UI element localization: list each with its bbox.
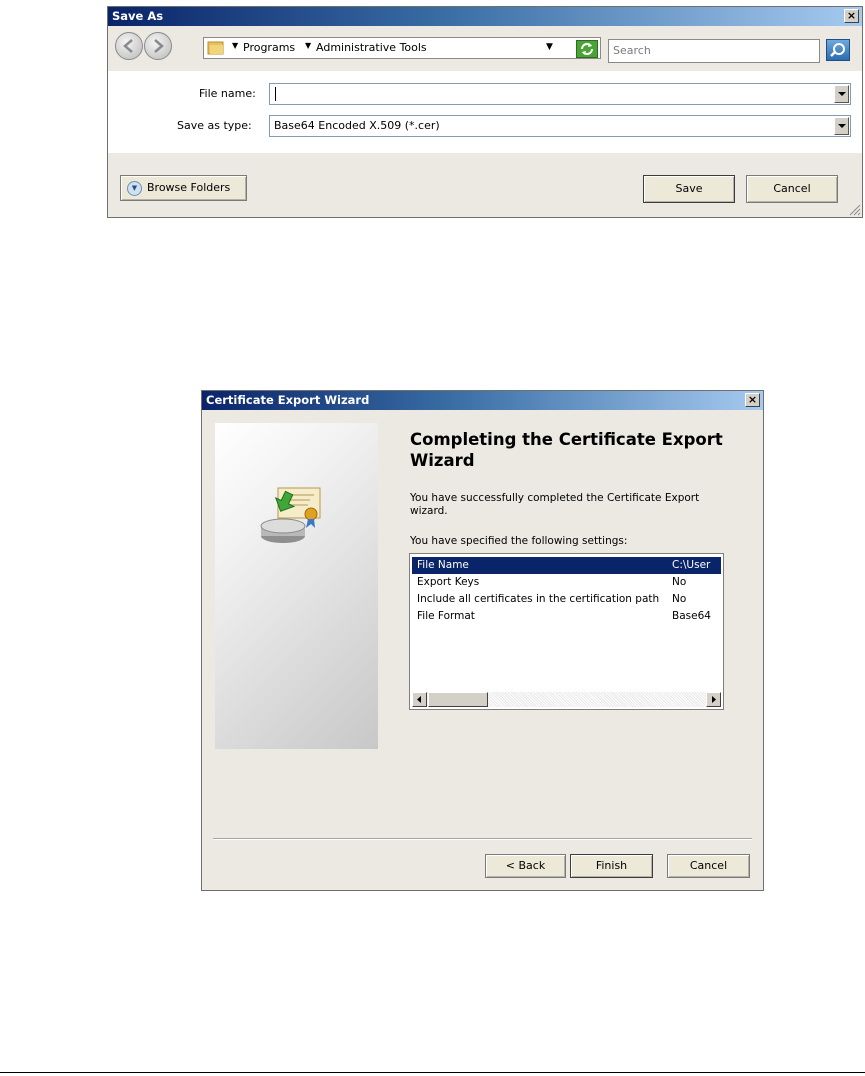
browse-folders-label: Browse Folders <box>147 181 231 194</box>
chevron-right-icon <box>712 696 716 703</box>
finish-button[interactable]: Finish <box>570 854 653 878</box>
setting-value: No <box>672 576 687 588</box>
search-icon <box>830 43 845 57</box>
save-type-label: Save as type: <box>177 119 252 132</box>
wizard-success-text: You have successfully completed the Cert… <box>410 492 700 517</box>
breadcrumb-separator: ▼ <box>305 41 312 50</box>
wizard-close-button[interactable]: × <box>745 393 760 407</box>
forward-arrow-icon <box>154 39 164 53</box>
horizontal-scrollbar[interactable] <box>412 692 721 707</box>
table-row[interactable]: Export Keys No <box>412 574 721 591</box>
table-row[interactable]: File Format Base64 <box>412 608 721 625</box>
save-type-value: Base64 Encoded X.509 (*.cer) <box>274 119 440 132</box>
breadcrumb-programs[interactable]: Programs <box>243 41 295 54</box>
browse-folders-button[interactable]: ▼ Browse Folders <box>120 175 247 201</box>
text-cursor <box>275 87 276 101</box>
table-row[interactable]: Include all certificates in the certific… <box>412 591 721 608</box>
save-as-close-button[interactable]: × <box>844 9 859 23</box>
scroll-left-button[interactable] <box>412 692 427 707</box>
wizard-art-panel <box>215 423 378 749</box>
setting-value: Base64 <box>672 610 711 622</box>
search-placeholder: Search <box>613 44 651 57</box>
breadcrumb-separator: ▼ <box>232 41 239 50</box>
search-input[interactable]: Search <box>608 39 820 63</box>
save-type-select[interactable]: Base64 Encoded X.509 (*.cer) <box>269 115 851 137</box>
table-row[interactable]: File Name C:\User <box>412 557 721 574</box>
file-name-chevron-down-icon[interactable] <box>834 85 849 103</box>
cancel-button[interactable]: Cancel <box>746 175 838 203</box>
file-name-field[interactable] <box>269 83 851 105</box>
settings-list[interactable]: File Name C:\User Export Keys No Include… <box>409 553 724 710</box>
scroll-right-button[interactable] <box>706 692 721 707</box>
folder-icon <box>207 41 224 55</box>
certificate-export-wizard: Certificate Export Wizard × Completing t… <box>201 390 764 891</box>
refresh-button[interactable] <box>576 40 598 58</box>
setting-name: Include all certificates in the certific… <box>417 593 660 605</box>
scroll-thumb[interactable] <box>428 692 488 707</box>
setting-value: C:\User <box>672 559 711 571</box>
setting-value: No <box>672 593 687 605</box>
wizard-heading: Completing the Certificate Export Wizard <box>410 430 723 470</box>
wizard-divider <box>213 838 752 839</box>
address-dropdown-chevron-icon[interactable]: ▼ <box>546 42 553 52</box>
certificate-disk-icon <box>260 487 321 543</box>
chevron-down-icon: ▼ <box>127 181 142 196</box>
nav-back-button[interactable] <box>115 32 143 60</box>
search-button[interactable] <box>826 39 850 61</box>
setting-name: File Format <box>417 610 475 622</box>
wizard-settings-intro: You have specified the following setting… <box>410 535 628 547</box>
address-bar[interactable]: ▼ Programs ▼ Administrative Tools ▼ <box>203 37 601 59</box>
breadcrumb-administrative-tools[interactable]: Administrative Tools <box>316 41 427 54</box>
chevron-left-icon <box>417 696 421 703</box>
refresh-icon <box>581 43 593 55</box>
save-as-title: Save As <box>112 9 164 23</box>
back-button[interactable]: < Back <box>485 854 566 878</box>
wizard-title: Certificate Export Wizard <box>206 393 370 407</box>
save-button[interactable]: Save <box>643 175 735 203</box>
file-name-label: File name: <box>199 87 256 100</box>
page-bottom-rule <box>0 1072 865 1073</box>
save-type-chevron-down-icon[interactable] <box>834 117 849 135</box>
nav-forward-button[interactable] <box>144 32 172 60</box>
wizard-cancel-button[interactable]: Cancel <box>667 854 750 878</box>
save-as-dialog: Save As × ▼ Programs ▼ Administrative To… <box>107 6 863 218</box>
save-as-titlebar[interactable]: Save As <box>108 7 862 26</box>
back-arrow-icon <box>123 39 133 53</box>
setting-name: File Name <box>417 559 469 571</box>
setting-name: Export Keys <box>417 576 480 588</box>
wizard-titlebar[interactable]: Certificate Export Wizard <box>202 391 763 410</box>
resize-grip-icon[interactable] <box>847 202 861 216</box>
